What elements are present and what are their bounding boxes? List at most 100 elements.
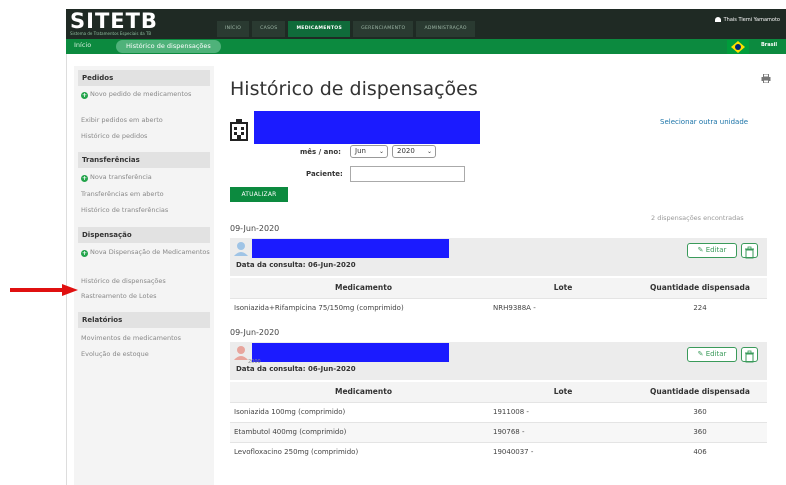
- logo-text: SITETB: [70, 9, 158, 33]
- dispensation-date: 09-Jun-2020: [230, 328, 280, 337]
- delete-button[interactable]: [741, 243, 758, 259]
- cell-lote: NRH9388A -: [493, 297, 633, 318]
- patient-input[interactable]: [350, 166, 465, 182]
- sidebar-item-novo-pedido[interactable]: + Novo pedido de medicamentos: [81, 90, 211, 99]
- sidebar-item-movimentos[interactable]: Movimentos de medicamentos: [81, 334, 211, 343]
- cell-quantidade: 360: [633, 421, 767, 442]
- month-year-label: mês / ano:: [300, 148, 341, 156]
- breadcrumb-home[interactable]: Início: [74, 41, 91, 49]
- sidebar-item-pedidos-aberto[interactable]: Exibir pedidos em aberto: [81, 116, 211, 125]
- edit-button[interactable]: ✎ Editar: [687, 243, 737, 258]
- print-icon[interactable]: [761, 74, 771, 83]
- month-value: Jun: [355, 147, 366, 155]
- chevron-down-icon: ⌄: [426, 148, 432, 155]
- col-quantidade: Quantidade dispensada: [633, 382, 767, 402]
- language-label[interactable]: Brasil: [761, 42, 777, 48]
- patient-avatar-icon: [234, 242, 248, 256]
- cell-medicamento: Etambutol 400mg (comprimido): [230, 421, 493, 442]
- page-title: Histórico de dispensações: [230, 78, 478, 100]
- consult-date: Data da consulta: 06-Jun-2020: [236, 261, 356, 269]
- user-menu[interactable]: Thais Tiemi Yamamoto: [714, 17, 780, 23]
- cell-lote: 190768 -: [493, 421, 633, 442]
- table-row: Isoniazida+Rifampicina 75/150mg (comprim…: [230, 297, 767, 318]
- select-other-unit-link[interactable]: Selecionar outra unidade: [660, 118, 748, 126]
- cell-quantidade: 406: [633, 441, 767, 462]
- dispensation-header: Data da consulta: 06-Jun-2020 ✎ Editar: [230, 238, 767, 276]
- plus-icon: +: [81, 92, 88, 99]
- plus-icon: +: [81, 250, 88, 257]
- sidebar-item-nova-transferencia[interactable]: + Nova transferência: [81, 173, 211, 182]
- sidebar: Pedidos + Novo pedido de medicamentos Exi…: [74, 66, 214, 485]
- breadcrumb-current: Histórico de dispensações: [116, 40, 221, 53]
- sidebar-item-label: Novo pedido de medicamentos: [90, 90, 192, 98]
- col-medicamento: Medicamento: [230, 382, 493, 402]
- brazil-flag-icon[interactable]: [727, 40, 749, 54]
- redacted-patient-name: [252, 343, 449, 362]
- breadcrumb: Início Histórico de dispensações Brasil: [66, 39, 786, 54]
- redacted-patient-name: [252, 239, 449, 258]
- table-header-row: Medicamento Lote Quantidade dispensada: [230, 382, 767, 402]
- sidebar-section-dispensacao: Dispensação: [78, 227, 210, 243]
- dispensation-header: 2000 Data da consulta: 06-Jun-2020 ✎ Edi…: [230, 342, 767, 380]
- main-nav: INÍCIO CASOS MEDICAMENTOS GERENCIAMENTO …: [217, 21, 475, 37]
- sidebar-section-transferencias: Transferências: [78, 152, 210, 168]
- cell-quantidade: 360: [633, 401, 767, 422]
- sidebar-item-nova-dispensacao[interactable]: + Nova Dispensação de Medicamentos: [81, 248, 211, 257]
- nav-tab-medicamentos[interactable]: MEDICAMENTOS: [288, 21, 351, 37]
- edit-icon: ✎: [697, 246, 704, 254]
- table-row: Levofloxacino 250mg (comprimido) 1904003…: [230, 441, 767, 462]
- sidebar-item-label: Nova Dispensação de Medicamentos: [90, 248, 210, 256]
- annotation-arrow-icon: [10, 284, 78, 296]
- hospital-building-icon: [230, 119, 248, 141]
- sidebar-item-rastreamento-lotes[interactable]: Rastreamento de Lotes: [81, 292, 211, 301]
- cell-quantidade: 224: [633, 297, 767, 318]
- app-logo[interactable]: SITETB: [70, 9, 158, 33]
- table-row: Isoniazida 100mg (comprimido) 1911008 - …: [230, 401, 767, 422]
- app-window: SITETB Sistema de Tratamentos Especiais …: [0, 0, 786, 485]
- sidebar-item-transferencias-aberto[interactable]: Transferências em aberto: [81, 190, 211, 199]
- col-lote: Lote: [493, 382, 633, 402]
- update-button[interactable]: ATUALIZAR: [230, 187, 288, 202]
- plus-icon: +: [81, 175, 88, 182]
- nav-tab-gerenciamento[interactable]: GERENCIAMENTO: [353, 21, 414, 37]
- sidebar-item-historico-transferencias[interactable]: Histórico de transferências: [81, 206, 211, 215]
- cell-lote: 1911008 -: [493, 401, 633, 422]
- cell-medicamento: Isoniazida 100mg (comprimido): [230, 401, 493, 422]
- user-icon: [714, 17, 721, 22]
- year-select[interactable]: 2020 ⌄: [392, 145, 436, 158]
- nav-tab-casos[interactable]: CASOS: [252, 21, 286, 37]
- nav-tab-administracao[interactable]: ADMINISTRAÇÃO: [416, 21, 475, 37]
- sidebar-section-pedidos: Pedidos: [78, 70, 210, 86]
- sidebar-item-evolucao-estoque[interactable]: Evolução de estoque: [81, 350, 211, 359]
- table-header-row: Medicamento Lote Quantidade dispensada: [230, 278, 767, 298]
- delete-button[interactable]: [741, 347, 758, 363]
- patient-avatar-icon: [234, 346, 248, 360]
- col-quantidade: Quantidade dispensada: [633, 278, 767, 298]
- redacted-unit-name: [254, 111, 480, 144]
- sidebar-item-label: Nova transferência: [90, 173, 152, 181]
- patient-label: Paciente:: [306, 170, 343, 178]
- sidebar-section-relatorios: Relatórios: [78, 312, 210, 328]
- edit-button[interactable]: ✎ Editar: [687, 347, 737, 362]
- top-header: SITETB Sistema de Tratamentos Especiais …: [66, 9, 786, 39]
- table-row: Etambutol 400mg (comprimido) 190768 - 36…: [230, 421, 767, 442]
- user-name: Thais Tiemi Yamamoto: [723, 17, 780, 23]
- sidebar-item-historico-dispensacoes[interactable]: Histórico de dispensações: [81, 277, 211, 286]
- cell-medicamento: Isoniazida+Rifampicina 75/150mg (comprim…: [230, 297, 493, 318]
- edit-label: Editar: [705, 246, 727, 254]
- month-select[interactable]: Jun ⌄: [350, 145, 388, 158]
- chevron-down-icon: ⌄: [378, 148, 384, 155]
- col-lote: Lote: [493, 278, 633, 298]
- edit-label: Editar: [705, 350, 727, 358]
- trash-icon: [745, 246, 754, 259]
- cell-medicamento: Levofloxacino 250mg (comprimido): [230, 441, 493, 462]
- col-medicamento: Medicamento: [230, 278, 493, 298]
- nav-tab-inicio[interactable]: INÍCIO: [217, 21, 250, 37]
- year-value: 2020: [397, 147, 415, 155]
- medication-table: Medicamento Lote Quantidade dispensada I…: [230, 382, 767, 462]
- trash-icon: [745, 350, 754, 363]
- sidebar-item-historico-pedidos[interactable]: Histórico de pedidos: [81, 132, 211, 141]
- consult-date: Data da consulta: 06-Jun-2020: [236, 365, 356, 373]
- logo-subtitle: Sistema de Tratamentos Especiais da TB: [70, 31, 152, 36]
- medication-table: Medicamento Lote Quantidade dispensada I…: [230, 278, 767, 318]
